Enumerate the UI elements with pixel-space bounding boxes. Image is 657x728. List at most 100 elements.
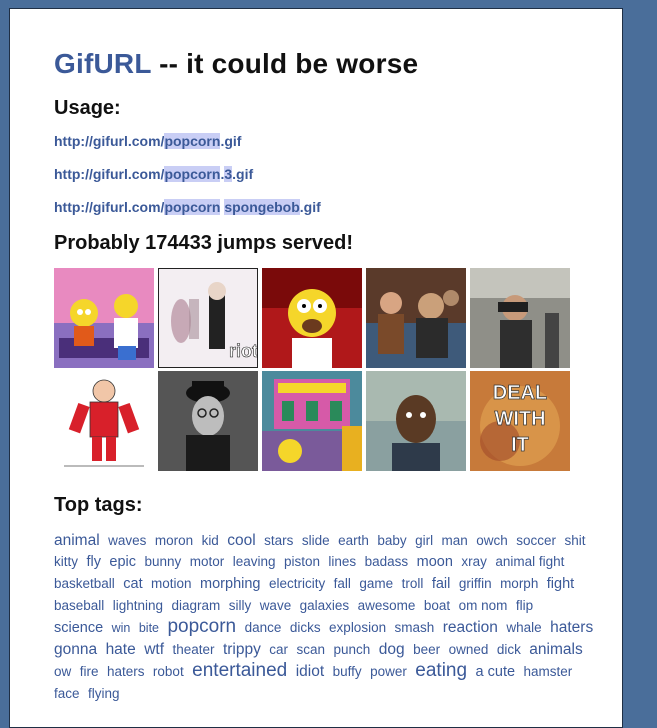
tag-link[interactable]: animals: [529, 641, 582, 658]
tag-link[interactable]: girl: [415, 533, 433, 548]
tag-link[interactable]: bite: [139, 621, 159, 635]
tag-link[interactable]: entertained: [192, 660, 287, 681]
tag-link[interactable]: dick: [497, 642, 521, 657]
tag-link[interactable]: flying: [88, 686, 120, 701]
tag-link[interactable]: science: [54, 620, 103, 636]
tag-link[interactable]: badass: [365, 554, 409, 569]
tag-link[interactable]: man: [442, 533, 468, 548]
tag-link[interactable]: electricity: [269, 576, 325, 591]
tag-link[interactable]: baseball: [54, 598, 104, 613]
tag-link[interactable]: a cute: [476, 664, 516, 680]
tag-link[interactable]: troll: [402, 576, 424, 591]
tag-link[interactable]: baby: [377, 533, 406, 548]
tag-link[interactable]: cat: [123, 576, 142, 592]
thumbnail-simpsons-couch[interactable]: [54, 268, 154, 368]
tag-link[interactable]: wtf: [144, 641, 164, 658]
tag-link[interactable]: eating: [415, 660, 467, 681]
tag-link[interactable]: motion: [151, 576, 192, 591]
highlighted-keyword: popcorn: [164, 199, 221, 215]
tag-link[interactable]: owned: [449, 642, 489, 657]
tag-link[interactable]: hamster: [523, 664, 572, 679]
tag-link[interactable]: dance: [245, 620, 282, 635]
tag-link[interactable]: earth: [338, 533, 369, 548]
tag-link[interactable]: basketball: [54, 576, 115, 591]
tag-link[interactable]: piston: [284, 554, 320, 569]
tag-link[interactable]: kid: [202, 533, 219, 548]
tag-link[interactable]: bunny: [144, 554, 181, 569]
thumbnail-riot[interactable]: riot: [158, 268, 258, 368]
tag-link[interactable]: animal fight: [495, 554, 564, 569]
tag-link[interactable]: car: [269, 642, 288, 657]
thumbnail-homer-shocked[interactable]: [262, 268, 362, 368]
tag-link[interactable]: explosion: [329, 620, 386, 635]
tag-link[interactable]: fire: [80, 664, 99, 679]
usage-example-link[interactable]: http://gifurl.com/popcorn.3.gif: [54, 165, 622, 198]
thumbnail-bowler-hat[interactable]: [158, 371, 258, 471]
tag-link[interactable]: waves: [108, 533, 146, 548]
tag-link[interactable]: epic: [109, 554, 136, 570]
tag-link[interactable]: whale: [506, 620, 541, 635]
usage-example-link[interactable]: http://gifurl.com/popcorn.gif: [54, 132, 622, 165]
tag-link[interactable]: popcorn: [167, 616, 236, 637]
tag-link[interactable]: buffy: [333, 664, 362, 679]
tag-link[interactable]: moon: [417, 554, 453, 570]
tag-link[interactable]: reaction: [443, 619, 498, 636]
tag-link[interactable]: om nom: [459, 598, 508, 613]
tag-link[interactable]: trippy: [223, 641, 261, 658]
tag-link[interactable]: beer: [413, 642, 440, 657]
tag-link[interactable]: game: [359, 576, 393, 591]
tag-link[interactable]: lightning: [113, 598, 163, 613]
thumbnail-deal-with-it[interactable]: DEAL WITH IT: [470, 371, 570, 471]
tag-link[interactable]: hate: [106, 641, 136, 658]
tag-link[interactable]: dog: [379, 641, 405, 658]
tag-link[interactable]: moron: [155, 533, 193, 548]
tag-link[interactable]: slide: [302, 533, 330, 548]
thumbnail-binoculars[interactable]: [470, 268, 570, 368]
tag-link[interactable]: smash: [395, 620, 435, 635]
thumbnail-audience-reaction[interactable]: [366, 268, 466, 368]
tag-link[interactable]: wave: [260, 598, 292, 613]
tag-link[interactable]: xray: [461, 554, 487, 569]
tag-link[interactable]: fly: [86, 554, 101, 570]
tag-link[interactable]: motor: [190, 554, 225, 569]
tag-link[interactable]: flip: [516, 598, 533, 613]
tag-link[interactable]: robot: [153, 664, 184, 679]
tag-link[interactable]: idiot: [296, 663, 324, 680]
tag-link[interactable]: boat: [424, 598, 450, 613]
tag-link[interactable]: fall: [334, 576, 351, 591]
tag-link[interactable]: morph: [500, 576, 538, 591]
tag-link[interactable]: win: [112, 621, 131, 635]
tag-link[interactable]: punch: [334, 642, 371, 657]
tag-link[interactable]: soccer: [516, 533, 556, 548]
tag-link[interactable]: silly: [229, 598, 252, 613]
tag-link[interactable]: griffin: [459, 576, 492, 591]
thumbnail-krusty-college[interactable]: [262, 371, 362, 471]
thumbnail-cartoon-man[interactable]: [54, 371, 154, 471]
tag-link[interactable]: face: [54, 686, 80, 701]
tag-link[interactable]: power: [370, 664, 407, 679]
tag-link[interactable]: kitty: [54, 554, 78, 569]
thumbnail-boy-reaction[interactable]: [366, 371, 466, 471]
tag-link[interactable]: haters: [107, 664, 145, 679]
tag-link[interactable]: theater: [172, 642, 214, 657]
tag-link[interactable]: galaxies: [300, 598, 350, 613]
tag-link[interactable]: shit: [564, 533, 585, 548]
tag-link[interactable]: leaving: [233, 554, 276, 569]
tag-link[interactable]: owch: [476, 533, 508, 548]
tag-link[interactable]: animal: [54, 532, 100, 549]
tag-link[interactable]: morphing: [200, 576, 260, 592]
usage-example-link[interactable]: http://gifurl.com/popcorn spongebob.gif: [54, 198, 622, 231]
tag-link[interactable]: dicks: [290, 620, 321, 635]
svg-text:riot: riot: [229, 341, 258, 361]
tag-link[interactable]: cool: [227, 532, 255, 549]
tag-link[interactable]: fail: [432, 576, 451, 592]
tag-link[interactable]: scan: [297, 642, 326, 657]
tag-link[interactable]: stars: [264, 533, 293, 548]
usage-examples: http://gifurl.com/popcorn.gif http://gifu…: [54, 132, 622, 231]
tag-link[interactable]: lines: [328, 554, 356, 569]
tag-link[interactable]: ow: [54, 664, 71, 679]
tag-link[interactable]: awesome: [358, 598, 416, 613]
tag-link[interactable]: diagram: [172, 598, 221, 613]
tag-link[interactable]: fight: [547, 576, 574, 592]
brand-link[interactable]: GifURL: [54, 48, 151, 79]
